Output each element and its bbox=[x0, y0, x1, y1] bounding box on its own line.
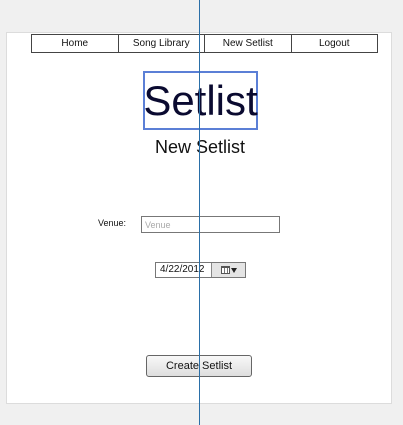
page-title-box: Setlist bbox=[143, 71, 258, 130]
nav-song-library[interactable]: Song Library bbox=[119, 35, 205, 52]
date-picker-button[interactable] bbox=[211, 263, 245, 277]
page-title: Setlist bbox=[143, 76, 258, 124]
page-subtitle: New Setlist bbox=[154, 137, 246, 157]
vertical-guide-line bbox=[199, 0, 200, 425]
calendar-icon bbox=[220, 266, 230, 274]
nav-home[interactable]: Home bbox=[32, 35, 119, 52]
dropdown-arrow-icon bbox=[230, 267, 237, 273]
top-nav: Home Song Library New Setlist Logout bbox=[31, 34, 378, 53]
nav-logout[interactable]: Logout bbox=[292, 35, 378, 52]
venue-label: Venue: bbox=[98, 218, 127, 228]
nav-new-setlist[interactable]: New Setlist bbox=[205, 35, 292, 52]
venue-input[interactable] bbox=[141, 216, 280, 233]
date-picker[interactable]: 4/22/2012 bbox=[155, 262, 246, 278]
date-value[interactable]: 4/22/2012 bbox=[156, 263, 211, 277]
